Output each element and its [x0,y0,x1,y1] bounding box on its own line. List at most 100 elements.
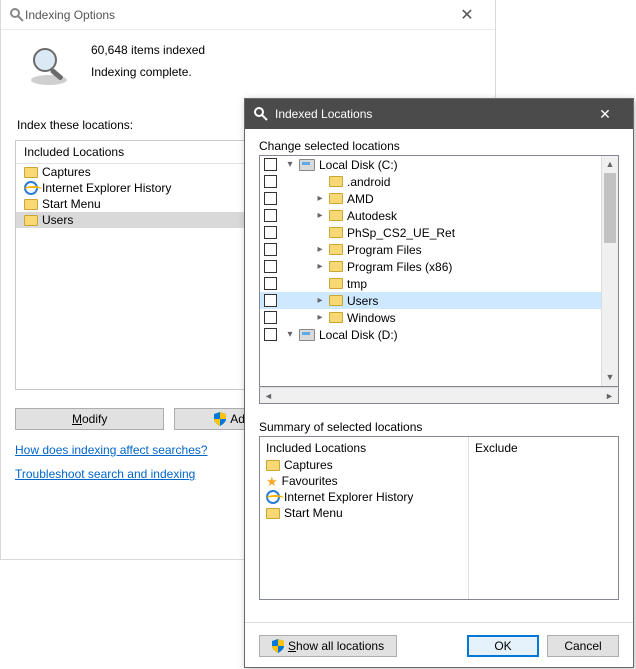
tree-row[interactable]: ▸ Program Files [260,241,601,258]
indexed-locations-window: Indexed Locations ✕ Change selected loca… [244,98,634,668]
show-all-label: Show all locations [288,639,384,653]
search-app-icon [9,7,25,23]
summary-included-header: Included Locations [266,441,462,457]
tree-row[interactable]: ▸ Windows [260,309,601,326]
folder-icon [24,199,38,210]
checkbox[interactable] [264,294,277,307]
star-icon: ★ [266,475,278,488]
checkbox[interactable] [264,277,277,290]
checkbox[interactable] [264,226,277,239]
summary-row[interactable]: Start Menu [266,505,462,521]
folder-icon [329,210,343,221]
folder-icon [266,460,280,471]
tree-row-label: Autodesk [347,209,397,223]
folder-icon [329,193,343,204]
expander-right-icon[interactable]: ▸ [315,295,325,306]
expander-right-icon[interactable]: ▸ [315,210,325,221]
scroll-right-icon[interactable]: ► [601,388,618,403]
scroll-left-icon[interactable]: ◄ [260,388,277,403]
tree-row[interactable]: tmp [260,275,601,292]
items-indexed-text: 60,648 items indexed [91,40,205,62]
tree-row-label: Users [347,294,378,308]
folder-icon [329,227,343,238]
cancel-button[interactable]: Cancel [547,635,619,657]
tree-row[interactable]: ▸ Autodesk [260,207,601,224]
tree-row[interactable]: ▸ AMD [260,190,601,207]
tree-row[interactable]: PhSp_CS2_UE_Ret [260,224,601,241]
vertical-scrollbar[interactable]: ▲ ▼ [601,156,618,386]
list-item-label: Captures [42,165,91,179]
ie-icon [24,181,38,195]
scroll-down-icon[interactable]: ▼ [602,369,618,386]
checkbox[interactable] [264,192,277,205]
summary-row[interactable]: ★ Favourites [266,473,462,489]
tree-row-label: Program Files (x86) [347,260,452,274]
list-item-label: Start Menu [42,197,101,211]
folder-icon [329,278,343,289]
modify-button-label: Modify [72,412,107,426]
magnifier-illustration-icon [25,40,73,88]
scroll-up-icon[interactable]: ▲ [602,156,618,173]
folder-icon [329,295,343,306]
indexing-status-text: Indexing complete. [91,62,205,84]
summary-box: Included Locations Captures ★ Favourites In… [259,436,619,600]
shield-icon [272,639,284,653]
summary-row[interactable]: Captures [266,457,462,473]
folder-icon [329,176,343,187]
ok-button[interactable]: OK [467,635,539,657]
checkbox[interactable] [264,260,277,273]
separator [245,622,633,623]
locations-tree[interactable]: ▾ Local Disk (C:) .android ▸ AMD ▸ AutodeskPhS… [259,155,619,387]
checkbox[interactable] [264,328,277,341]
window-title: Indexing Options [25,8,447,22]
window-title: Indexed Locations [269,107,585,121]
folder-icon [329,312,343,323]
tree-row-label: Local Disk (C:) [319,158,398,172]
folder-icon [329,261,343,272]
tree-row[interactable]: ▸ Users [260,292,601,309]
ie-icon [266,490,280,504]
show-all-locations-button[interactable]: Show all locations [259,635,397,657]
tree-row[interactable]: ▾Local Disk (D:) [260,326,601,343]
expander-right-icon[interactable]: ▸ [315,193,325,204]
list-item-label: Internet Explorer History [42,181,171,195]
scroll-thumb[interactable] [604,173,616,243]
folder-icon [329,244,343,255]
close-button[interactable]: ✕ [585,106,625,123]
tree-row[interactable]: ▾ Local Disk (C:) [260,156,601,173]
expander-right-icon[interactable]: ▸ [315,312,325,323]
expander-down-icon[interactable]: ▾ [285,329,295,340]
tree-row-label: tmp [347,277,367,291]
checkbox[interactable] [264,158,277,171]
horizontal-scrollbar[interactable]: ◄ ► [259,387,619,404]
list-item-label: Users [42,213,73,227]
tree-row-label: Windows [347,311,396,325]
summary-row-label: Captures [284,458,333,472]
titlebar: Indexing Options ✕ [1,0,495,30]
indexing-status-block: 60,648 items indexed Indexing complete. [1,30,495,94]
close-button[interactable]: ✕ [447,5,487,25]
summary-row[interactable]: Internet Explorer History [266,489,462,505]
tree-row[interactable]: .android [260,173,601,190]
summary-exclude-header: Exclude [475,441,612,457]
tree-row[interactable]: ▸ Program Files (x86) [260,258,601,275]
expander-right-icon[interactable]: ▸ [315,261,325,272]
checkbox[interactable] [264,243,277,256]
search-app-icon [253,106,269,122]
summary-row-label: Internet Explorer History [284,490,413,504]
checkbox[interactable] [264,209,277,222]
disk-icon [299,159,315,171]
checkbox[interactable] [264,175,277,188]
tree-row-label: .android [347,175,390,189]
modify-button[interactable]: Modify [15,408,164,430]
change-selected-label: Change selected locations [259,139,619,153]
expander-right-icon[interactable]: ▸ [315,244,325,255]
summary-row-label: Start Menu [284,506,343,520]
summary-row-label: Favourites [282,474,338,488]
tree-row-label: AMD [347,192,374,206]
checkbox[interactable] [264,311,277,324]
shield-icon [214,412,226,426]
tree-row-label: Program Files [347,243,422,257]
disk-icon [299,329,315,341]
expander-down-icon[interactable]: ▾ [285,159,295,170]
